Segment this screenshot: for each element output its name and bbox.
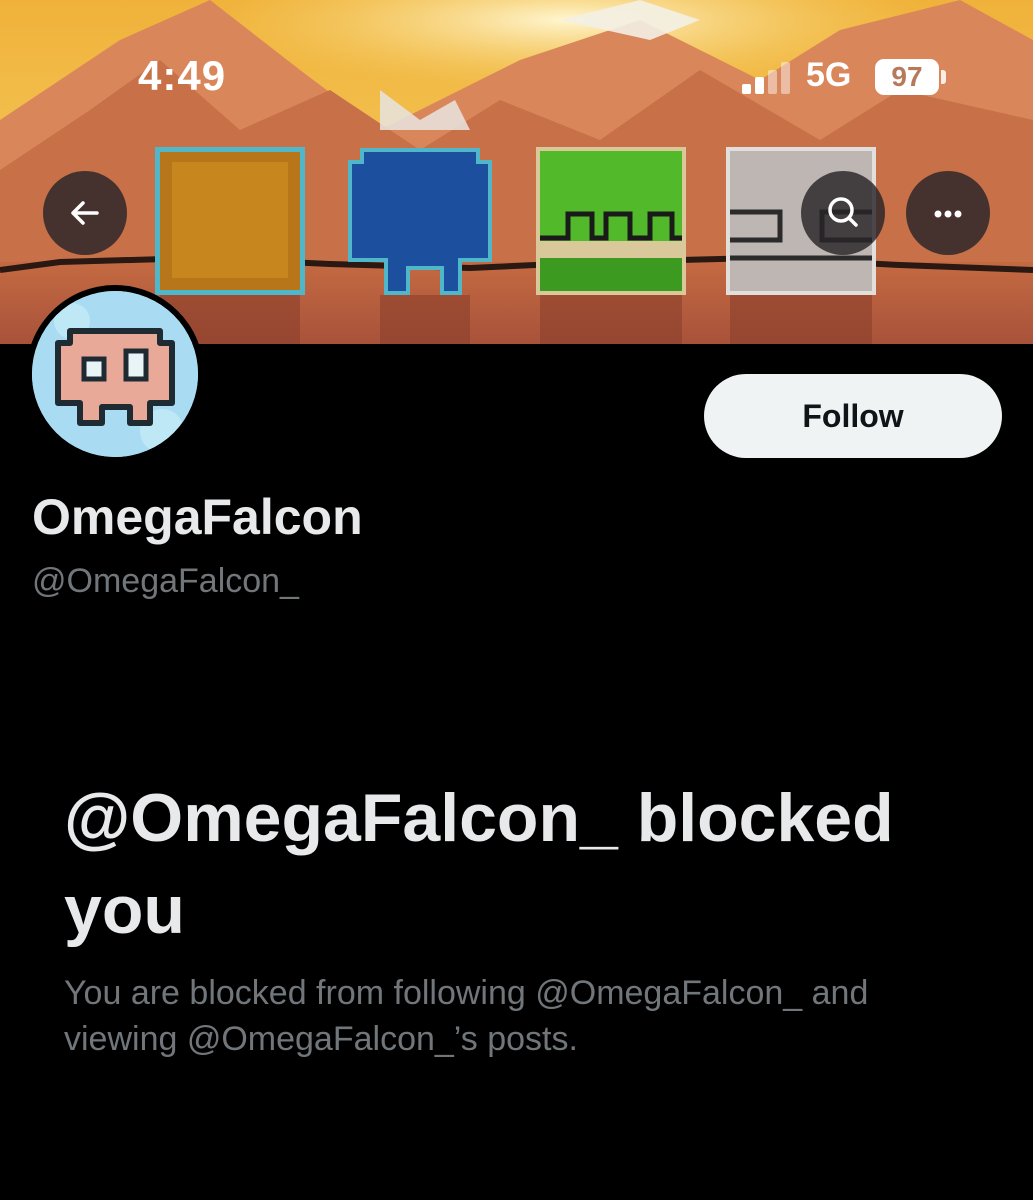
profile-banner: 4:49 5G 97 bbox=[0, 0, 1033, 344]
cellular-signal-icon bbox=[742, 62, 790, 94]
avatar[interactable] bbox=[26, 285, 204, 463]
network-type: 5G bbox=[806, 56, 852, 94]
green-block bbox=[536, 147, 686, 295]
blocked-title: @OmegaFalcon_ blocked you bbox=[64, 780, 894, 948]
search-button[interactable] bbox=[801, 171, 885, 255]
back-arrow-icon bbox=[71, 201, 99, 225]
battery-level: 97 bbox=[875, 59, 939, 95]
profile-display-name: OmegaFalcon bbox=[32, 489, 363, 545]
more-options-button[interactable] bbox=[906, 171, 990, 255]
avatar-image bbox=[32, 291, 198, 457]
follow-button[interactable]: Follow bbox=[704, 374, 1002, 458]
back-button[interactable] bbox=[43, 171, 127, 255]
status-time: 4:49 bbox=[138, 52, 227, 99]
profile-handle: @OmegaFalcon_ bbox=[32, 562, 299, 600]
more-dots-icon bbox=[934, 210, 962, 218]
orange-block bbox=[155, 147, 305, 295]
search-icon bbox=[828, 197, 858, 227]
blocked-description: You are blocked from following @OmegaFal… bbox=[64, 974, 869, 1058]
battery-tip bbox=[941, 70, 946, 84]
